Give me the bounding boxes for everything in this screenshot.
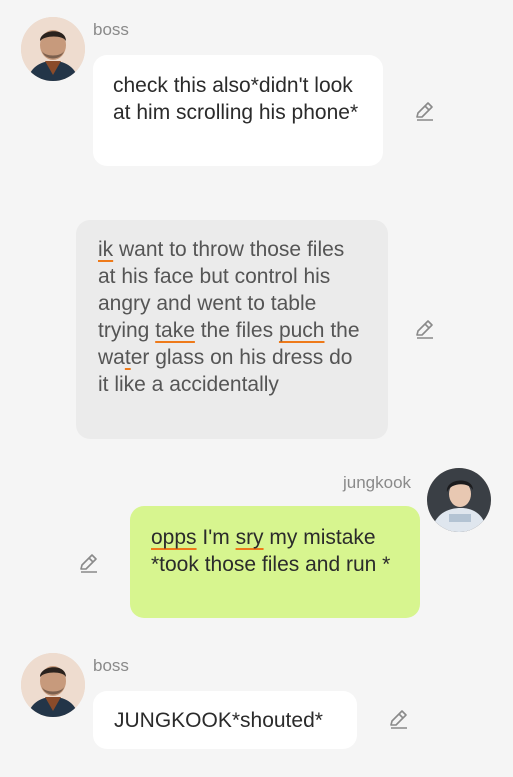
misspelled-word: sry bbox=[235, 526, 264, 549]
message-text: the files bbox=[194, 319, 279, 342]
misspelled-word: puch bbox=[278, 319, 325, 342]
message-text: check this also*didn't look at him scrol… bbox=[113, 74, 359, 124]
pencil-icon[interactable] bbox=[78, 552, 100, 574]
message-bubble[interactable]: check this also*didn't look at him scrol… bbox=[93, 55, 383, 166]
sender-name: boss bbox=[93, 20, 129, 39]
message-text: er glass on his dress do it like a accid… bbox=[98, 346, 353, 396]
misspelled-word: ik bbox=[98, 238, 114, 261]
sender-name: jungkook bbox=[343, 473, 412, 492]
misspelled-word: take bbox=[155, 319, 195, 342]
boss-avatar[interactable] bbox=[21, 653, 85, 717]
message-bubble[interactable]: opps I'm sry my mistake *took those file… bbox=[130, 506, 420, 618]
pencil-icon[interactable] bbox=[414, 318, 436, 340]
sender-name: boss bbox=[93, 656, 129, 675]
message-text: JUNGKOOK*shouted* bbox=[114, 709, 323, 732]
pencil-icon[interactable] bbox=[414, 100, 436, 122]
jungkook-avatar[interactable] bbox=[427, 468, 491, 532]
narration-bubble[interactable]: ik want to throw those files at his face… bbox=[76, 220, 388, 439]
message-bubble[interactable]: JUNGKOOK*shouted* bbox=[93, 691, 357, 749]
misspelled-word: opps bbox=[151, 526, 197, 549]
boss-avatar[interactable] bbox=[21, 17, 85, 81]
pencil-icon[interactable] bbox=[388, 708, 410, 730]
message-text: I'm bbox=[196, 526, 236, 549]
